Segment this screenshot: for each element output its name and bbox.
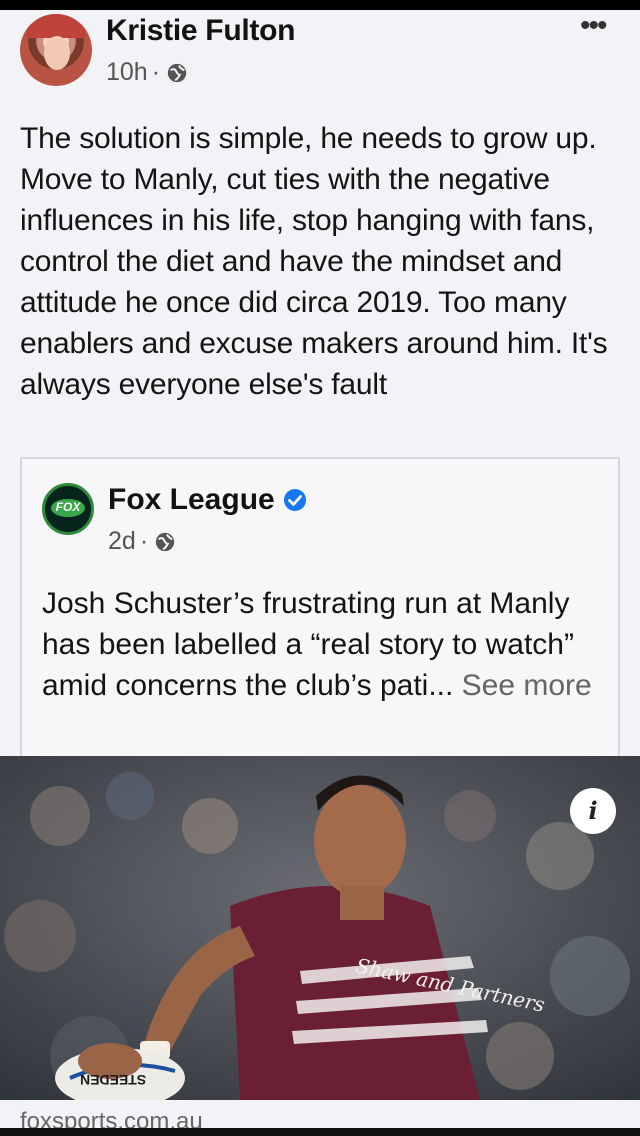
shared-post-meta: 2d ·	[108, 527, 176, 556]
info-icon[interactable]: i	[570, 788, 616, 834]
verified-badge-icon	[283, 489, 306, 511]
shared-post-time[interactable]: 2d	[108, 527, 136, 556]
more-horizontal-icon[interactable]: •••	[580, 11, 607, 41]
link-caption[interactable]: foxsports.com.au	[0, 1100, 640, 1128]
author-avatar[interactable]	[20, 14, 92, 86]
author-name[interactable]: Kristie Fulton	[106, 14, 295, 48]
post-meta: 10h ·	[106, 58, 188, 87]
fox-logo-text: FOX	[55, 500, 81, 514]
avatar-hat	[26, 14, 86, 38]
see-more-link[interactable]: See more	[462, 669, 592, 702]
status-bar	[0, 0, 640, 10]
globe-icon	[167, 63, 187, 82]
post-text: The solution is simple, he needs to grow…	[20, 122, 608, 401]
shared-post-text: Josh Schuster’s frustrating run at Manly…	[42, 583, 602, 706]
link-preview-image[interactable]: Shaw and Partners STEEDEN	[0, 756, 640, 1100]
shared-post[interactable]: FOX Fox League 2d · Josh Schuster’s frus…	[20, 457, 620, 757]
avatar-face	[44, 36, 70, 70]
meta-separator: ·	[151, 58, 161, 86]
player-photo	[0, 756, 640, 1100]
bottom-bar	[0, 1128, 640, 1136]
facebook-post: Kristie Fulton 10h · ••• The solution is…	[0, 10, 640, 1128]
link-domain: foxsports.com.au	[20, 1108, 203, 1128]
shared-meta-separator: ·	[139, 527, 149, 555]
post-time[interactable]: 10h	[106, 58, 148, 87]
fox-league-logo[interactable]: FOX	[42, 483, 94, 535]
ball-brand: STEEDEN	[80, 1072, 147, 1088]
shared-page-name[interactable]: Fox League	[108, 483, 275, 517]
shared-page-header: Fox League	[108, 483, 307, 517]
screen: Kristie Fulton 10h · ••• The solution is…	[0, 0, 640, 1136]
globe-icon	[155, 532, 175, 551]
